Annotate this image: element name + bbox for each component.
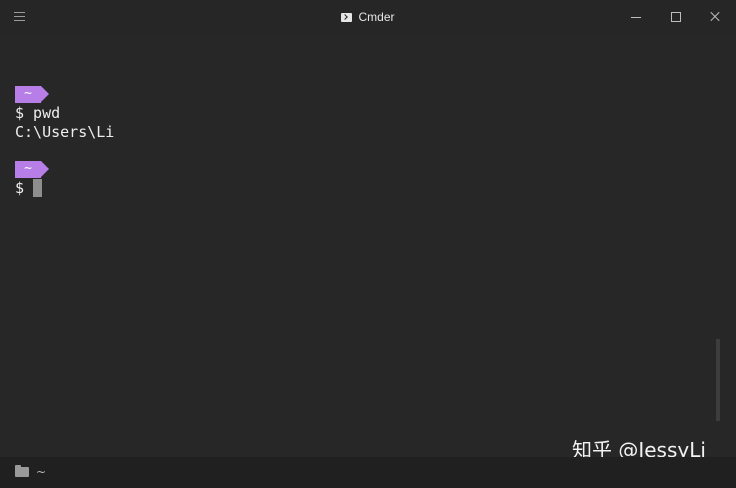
maximize-icon[interactable] — [666, 8, 686, 26]
terminal-prompt-icon — [341, 13, 353, 22]
command-line: $ pwd — [15, 104, 61, 122]
terminal-console[interactable]: ~ $ pwd C:\Users\Li ~ $ 知乎 @JessyLi — [0, 36, 736, 460]
cmder-window: Cmder ~ $ pwd C:\Users\Li ~ $ 知乎 @JessyL… — [0, 0, 736, 488]
folder-icon — [15, 465, 29, 477]
prompt-tag: ~ — [15, 161, 49, 178]
status-bar: ~ — [0, 457, 736, 488]
text-cursor — [33, 179, 42, 197]
window-title-text: Cmder — [358, 10, 395, 24]
active-prompt-line[interactable]: $ — [15, 179, 33, 198]
prompt-tag: ~ — [15, 86, 49, 103]
vertical-scrollbar[interactable] — [716, 339, 720, 421]
status-path: ~ — [36, 465, 47, 479]
title-bar[interactable]: Cmder — [0, 0, 736, 36]
command-output: C:\Users\Li — [15, 123, 115, 141]
minimize-icon[interactable] — [626, 8, 646, 26]
close-icon[interactable] — [705, 8, 725, 26]
